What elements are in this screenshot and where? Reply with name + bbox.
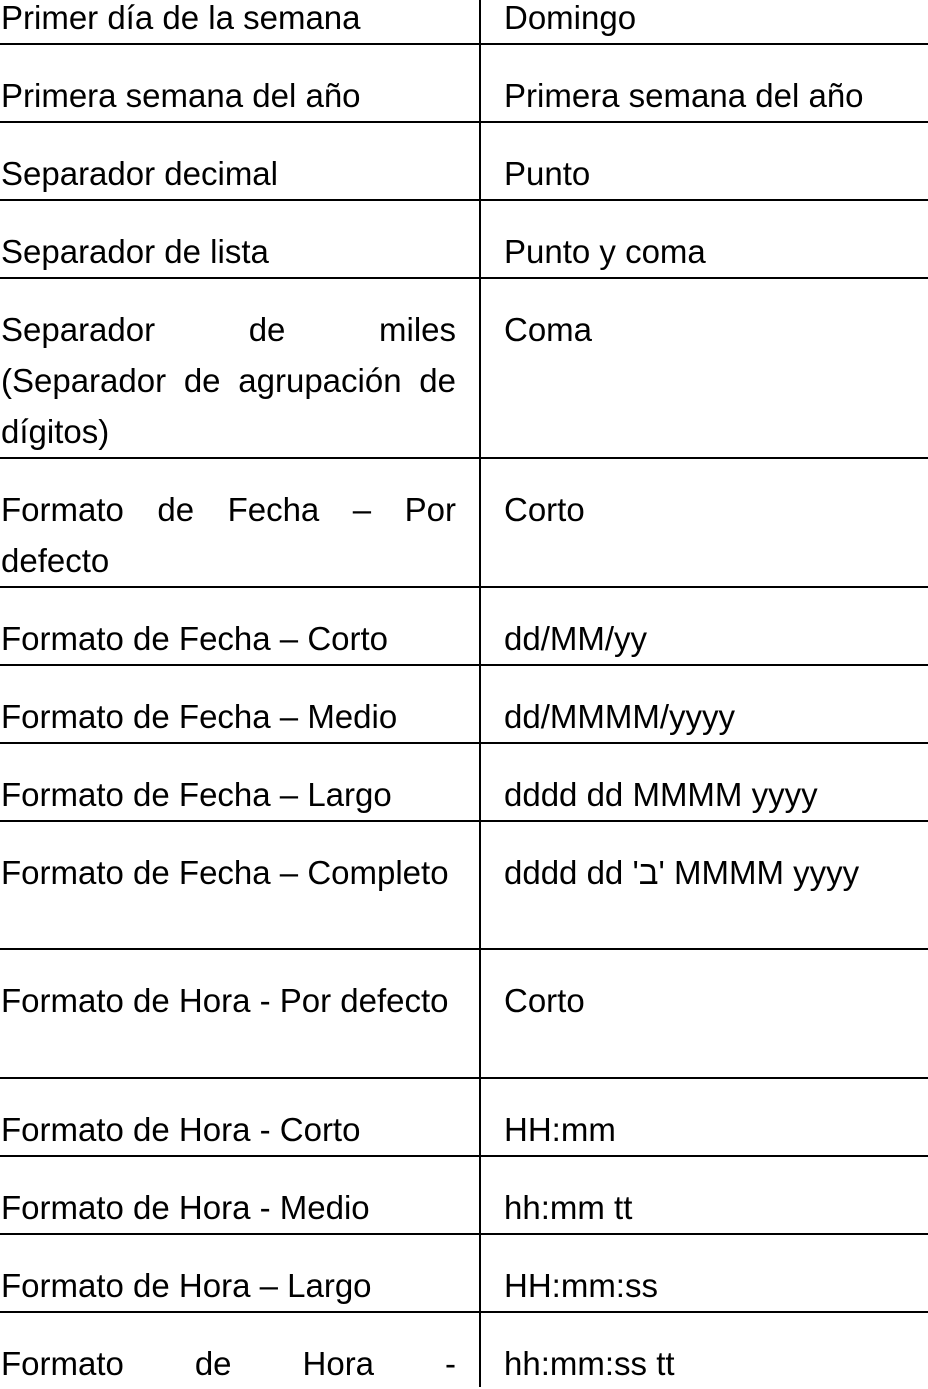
table-row: Formato de Hora - Medio hh:mm tt	[0, 1157, 928, 1235]
setting-label: Formato de Fecha – Largo	[1, 776, 392, 813]
setting-value: dd/MMMM/yyyy	[504, 698, 735, 735]
setting-value: dddd dd 'ב' MMMM yyyy	[504, 854, 860, 891]
table-row: Primera semana del año Primera semana de…	[0, 45, 928, 123]
setting-label: Separador de miles (Separador de agrupac…	[1, 311, 456, 450]
table-row: Formato de Fecha – Corto dd/MM/yy	[0, 588, 928, 666]
setting-value: HH:mm:ss	[504, 1267, 658, 1304]
setting-label: Formato de Fecha – Por defecto	[1, 491, 456, 579]
setting-label: Separador decimal	[1, 155, 278, 192]
table-row: Formato de Hora - Por defecto Corto	[0, 950, 928, 1079]
setting-label: Primer día de la semana	[1, 0, 361, 36]
setting-value: HH:mm	[504, 1111, 616, 1148]
setting-label: Separador de lista	[1, 233, 269, 270]
setting-label: Formato de Fecha – Completo	[1, 854, 449, 891]
setting-value: Corto	[504, 982, 585, 1019]
table-row: Separador decimal Punto	[0, 123, 928, 201]
table-row: Formato de Hora - Corto HH:mm	[0, 1079, 928, 1157]
table-row: Formato de Fecha – Medio dd/MMMM/yyyy	[0, 666, 928, 744]
setting-label-justified: Formato de Hora -	[1, 1345, 456, 1382]
setting-value: Domingo	[504, 0, 637, 36]
table-row: Formato de Fecha – Largo dddd dd MMMM yy…	[0, 744, 928, 822]
table-row: Separador de miles (Separador de agrupac…	[0, 279, 928, 459]
setting-value: Primera semana del año	[504, 77, 864, 114]
table-row: Primer día de la semana Domingo	[0, 0, 928, 45]
setting-label: Formato de Fecha – Corto	[1, 620, 389, 657]
setting-label: Formato de Fecha – Medio	[1, 698, 398, 735]
setting-label: Formato de Hora - Corto	[1, 1111, 361, 1148]
setting-value: Coma	[504, 311, 593, 348]
setting-value: dddd dd MMMM yyyy	[504, 776, 818, 813]
table-row: Formato de Fecha – Completo dddd dd 'ב' …	[0, 822, 928, 950]
setting-value: Punto	[504, 155, 591, 192]
setting-label: Formato de Hora - Por defecto	[1, 982, 449, 1019]
setting-value: Corto	[504, 491, 585, 528]
table-row: Formato de Fecha – Por defecto Corto	[0, 459, 928, 588]
setting-label: Formato de Hora - Medio	[1, 1189, 370, 1226]
setting-value: dd/MM/yy	[504, 620, 648, 657]
setting-label: Primera semana del año	[1, 77, 361, 114]
setting-label: Formato de Hora – Largo	[1, 1267, 372, 1304]
setting-value: hh:mm:ss tt	[504, 1345, 675, 1382]
table-row: Separador de lista Punto y coma	[0, 201, 928, 279]
table-row: Formato de Hora - hh:mm:ss tt	[0, 1313, 928, 1387]
setting-value: Punto y coma	[504, 233, 706, 270]
table-row: Formato de Hora – Largo HH:mm:ss	[0, 1235, 928, 1313]
setting-value: hh:mm tt	[504, 1189, 633, 1226]
